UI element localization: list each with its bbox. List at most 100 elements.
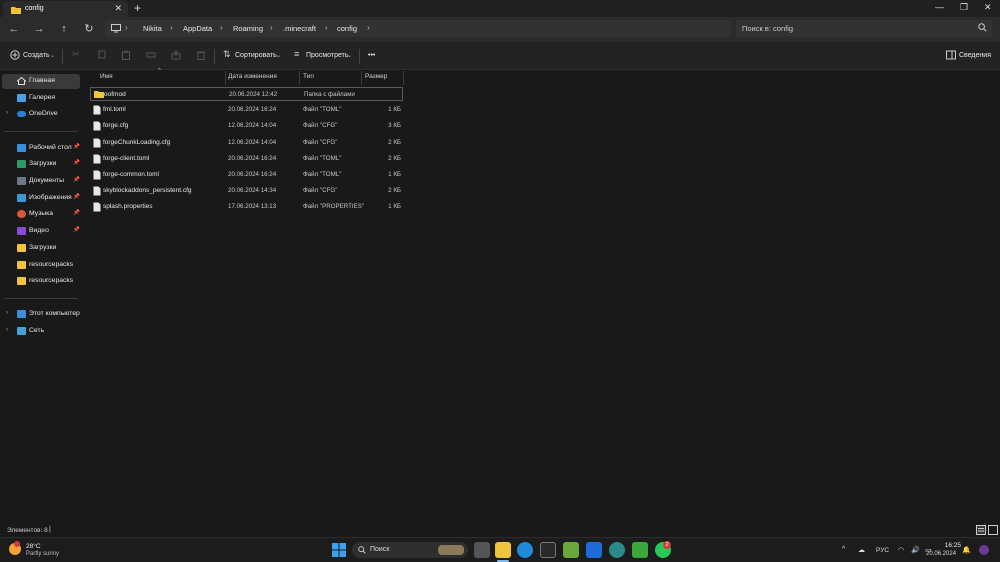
onedrive-icon [17,111,26,117]
sidebar-item-desktop[interactable]: Рабочий стол 📌 [0,141,82,156]
chevron-right-icon[interactable]: › [6,310,8,316]
task-view-icon[interactable] [474,542,490,558]
delete-icon[interactable] [196,50,206,60]
outlook-icon[interactable] [586,542,602,558]
sidebar-item-this-pc[interactable]: › Этот компьютер [0,307,82,322]
column-header-date[interactable]: Дата изменения [228,73,277,80]
file-row[interactable]: forge-common.toml 20.06.2024 16:24 Файл "T… [90,168,403,182]
file-row[interactable]: forgeChunkLoading.cfg 12.06.2024 14:04 Фай… [90,136,403,150]
cut-icon[interactable]: ✂ [72,49,80,60]
tray-overflow-icon[interactable]: ^ [842,546,845,553]
view-button[interactable]: Просмотреть [306,52,348,59]
calendar-app-icon[interactable] [540,542,556,558]
tab-config[interactable]: config ✕ [3,1,128,17]
file-name: fml.toml [103,106,126,114]
breadcrumb-roaming[interactable]: Roaming [233,24,263,33]
weather-temp[interactable]: 28°C [26,543,41,550]
weather-desc[interactable]: Partly sunny [26,551,59,557]
view-icon: ≡ [294,49,300,59]
taskbar-search[interactable]: Поиск [352,542,468,558]
close-tab-icon[interactable]: ✕ [114,3,122,14]
sort-button[interactable]: Сортировать [235,52,277,59]
sidebar-item-resourcepacks-2[interactable]: resourcepacks [0,274,82,289]
close-window-button[interactable]: ✕ [984,2,992,13]
column-separator[interactable] [403,71,404,85]
file-row[interactable]: skyblockaddons_persistent.cfg 20.06.2024 … [90,184,403,198]
sidebar-item-onedrive[interactable]: › OneDrive [0,107,82,122]
refresh-icon[interactable]: ↻ [81,22,97,36]
status-separator: | [49,526,51,533]
breadcrumb-config[interactable]: config [337,24,357,33]
maximize-button[interactable]: ❐ [960,2,968,13]
sidebar-item-pictures[interactable]: Изображения 📌 [0,191,82,206]
file-name: forge-common.toml [103,171,159,178]
file-size: 2 КБ [388,154,401,162]
notification-bell-icon[interactable]: 🔔 [962,546,971,554]
file-explorer-icon[interactable] [495,542,511,558]
breadcrumb-nikita[interactable]: Nikita [143,24,162,33]
file-type: Файл "CFG" [303,122,338,130]
file-row[interactable]: forge.cfg 12.06.2024 14:04 Файл "CFG" 3 КБ [90,119,403,133]
language-indicator[interactable]: РУС [876,547,889,554]
up-icon[interactable]: ↑ [56,22,72,36]
tiles-view-icon[interactable] [988,525,998,535]
back-icon[interactable]: ← [6,22,22,36]
details-view-icon[interactable] [976,525,986,535]
clock-date[interactable]: 20.06.2024 [926,551,956,557]
search-highlight-icon [438,545,464,555]
sidebar-item-documents[interactable]: Документы 📌 [0,174,82,189]
file-row[interactable]: fml.toml 20.06.2024 16:24 Файл "TOML" 1 КБ [90,103,403,117]
file-date: 20.06.2024 14:34 [228,187,277,195]
file-row[interactable]: splash.properties 17.06.2024 13:13 Файл "P… [90,200,403,214]
file-name: forge.cfg [103,122,129,130]
file-row[interactable]: oofmod 20.06.2024 12:42 Папка с файлами [90,87,403,101]
windows-start-icon[interactable] [332,543,346,557]
settings-app-icon[interactable] [609,542,625,558]
sidebar-item-gallery[interactable]: Галерея [0,91,82,106]
details-button[interactable]: Сведения [959,52,991,59]
column-separator[interactable] [361,71,362,85]
address-bar[interactable]: › Nikita › AppData › Roaming › .minecraf… [105,20,731,37]
minimize-button[interactable]: — [935,2,944,12]
edge-icon[interactable] [517,542,533,558]
search-box[interactable]: Поиск в: config [736,20,992,37]
new-tab-button[interactable]: + [134,1,141,15]
sidebar-item-video[interactable]: Видео 📌 [0,224,82,239]
create-button[interactable]: Создать [23,52,50,59]
chevron-right-icon[interactable]: › [6,110,8,116]
sidebar-item-resourcepacks[interactable]: resourcepacks [0,258,82,273]
clock-time[interactable]: 16:25 [937,542,961,549]
paste-icon[interactable] [121,50,131,60]
minecraft-launcher-icon[interactable] [563,542,579,558]
rename-icon[interactable] [146,50,156,60]
status-bar: Элементов: 8 | [0,524,1000,537]
column-separator[interactable] [225,71,226,85]
sort-icon: ⇅ [223,49,231,59]
sidebar-item-home[interactable]: Главная [2,74,80,89]
chevron-right-icon[interactable]: › [6,327,8,333]
column-separator[interactable] [299,71,300,85]
breadcrumb-minecraft[interactable]: .minecraft [283,24,316,33]
sidebar-item-downloads[interactable]: Загрузки 📌 [0,157,82,172]
file-row[interactable]: forge-client.toml 20.06.2024 16:24 Файл "T… [90,152,403,166]
wifi-icon[interactable]: ◠ [898,546,904,554]
share-icon[interactable] [171,50,181,60]
more-options-button[interactable]: ••• [368,52,375,59]
minecraft-icon[interactable] [632,542,648,558]
forward-icon[interactable]: → [31,22,47,36]
sidebar-item-network[interactable]: › Сеть [0,324,82,339]
volume-icon[interactable]: 🔊 [911,546,920,554]
copy-icon[interactable] [97,50,107,60]
item-count: Элементов: 8 [7,527,48,534]
copilot-icon[interactable] [979,545,989,555]
chevron-down-icon: ⌄ [347,53,353,59]
column-header-type[interactable]: Тип [303,73,314,80]
breadcrumb-appdata[interactable]: AppData [183,24,212,33]
sidebar-item-folder-downloads[interactable]: Загрузки [0,241,82,256]
column-header-size[interactable]: Размер [365,73,387,80]
file-name: forgeChunkLoading.cfg [103,138,171,146]
sidebar-item-music[interactable]: Музыка 📌 [0,207,82,222]
cloud-icon[interactable]: ☁ [858,546,865,554]
column-header-name[interactable]: Имя [100,73,113,80]
sidebar-item-label: Сеть [29,327,45,334]
